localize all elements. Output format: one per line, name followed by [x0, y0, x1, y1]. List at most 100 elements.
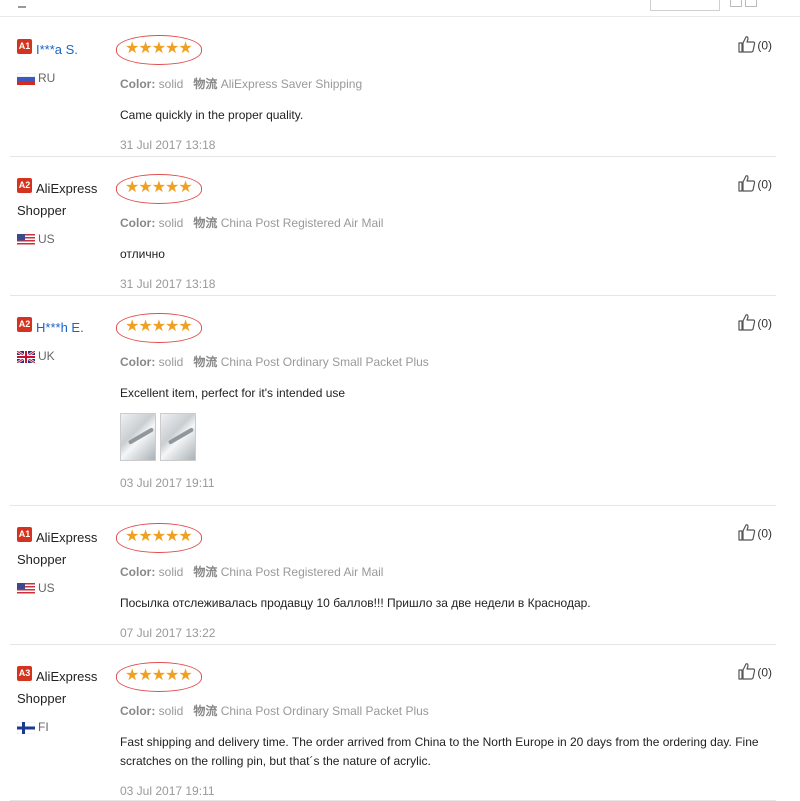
reviewer-info: A1 I***a S. RU [16, 39, 117, 85]
shipping-method: China Post Registered Air Mail [220, 565, 384, 579]
order-info: Color: solid 物流 China Post Ordinary Small… [120, 703, 770, 719]
buyer-level-badge: A2 [17, 317, 32, 332]
helpful-count: (0) [757, 665, 772, 680]
country-flag-icon [16, 721, 36, 735]
grid-view-icon[interactable] [745, 0, 757, 7]
reviewer-name[interactable]: H***h E. [36, 320, 84, 335]
review-item: A1 AliExpress Shopper US ★★★★★ Color: sol… [10, 505, 776, 645]
review-item: A2 AliExpress Shopper US ★★★★★ Color: sol… [10, 156, 776, 296]
review-body: ★★★★★ Color: solid 物流 China Post Ordinary… [116, 662, 770, 799]
thumbs-up-icon[interactable] [737, 313, 757, 334]
helpful-button[interactable]: (0) [737, 174, 772, 195]
color-label: Color: [120, 565, 156, 579]
shipping-method: China Post Registered Air Mail [220, 216, 384, 230]
reviewer-country: FI [16, 720, 117, 735]
star-rating-icon: ★★★★★ [125, 667, 193, 684]
star-rating-icon: ★★★★★ [125, 528, 193, 545]
helpful-count: (0) [757, 177, 772, 192]
logistics-label: 物流 [193, 355, 218, 369]
rating-highlight: ★★★★★ [116, 313, 202, 343]
color-label: Color: [120, 355, 156, 369]
reviewer-name-line2: Shopper [17, 203, 67, 218]
color-value: solid [158, 704, 184, 718]
country-code: US [38, 232, 55, 246]
shipping-method: China Post Ordinary Small Packet Plus [220, 355, 429, 369]
helpful-count: (0) [757, 526, 772, 541]
logistics-label: 物流 [193, 565, 218, 579]
thumbs-up-icon[interactable] [737, 662, 757, 683]
reviewer-name: AliExpress [36, 669, 98, 684]
review-date: 31 Jul 2017 13:18 [120, 138, 216, 152]
rating-highlight: ★★★★★ [116, 523, 202, 553]
order-info: Color: solid 物流 China Post Registered Air… [120, 564, 770, 580]
review-body: ★★★★★ Color: solid 物流 China Post Register… [116, 523, 770, 641]
reviewer-info: A2 AliExpress Shopper US [17, 178, 117, 246]
country-code: FI [38, 720, 49, 734]
reviewer-country: RU [16, 71, 117, 85]
review-text: отлично [120, 247, 165, 261]
thumbs-up-icon[interactable] [737, 35, 757, 56]
color-value: solid [158, 355, 184, 369]
review-toolbar [0, 0, 800, 17]
helpful-count: (0) [757, 316, 772, 331]
reviewer-info: A1 AliExpress Shopper US [17, 527, 117, 595]
country-code: US [38, 581, 55, 595]
star-rating-icon: ★★★★★ [125, 179, 193, 196]
reviewer-name-line2: Shopper [17, 691, 67, 706]
review-body: ★★★★★ Color: solid 物流 China Post Ordinary… [116, 313, 770, 491]
helpful-button[interactable]: (0) [737, 523, 772, 544]
list-view-icon[interactable] [730, 0, 742, 7]
order-info: Color: solid 物流 AliExpress Saver Shipping [120, 76, 770, 92]
sort-dropdown[interactable] [650, 0, 720, 11]
color-value: solid [158, 565, 184, 579]
logistics-label: 物流 [193, 216, 218, 230]
reviewer-country: US [17, 232, 117, 246]
shipping-method: China Post Ordinary Small Packet Plus [220, 704, 429, 718]
rating-highlight: ★★★★★ [116, 174, 202, 204]
reviewer-name: AliExpress [36, 530, 98, 545]
reviewer-name[interactable]: I***a S. [36, 42, 78, 57]
color-label: Color: [120, 216, 156, 230]
helpful-button[interactable]: (0) [737, 313, 772, 334]
star-rating-icon: ★★★★★ [125, 40, 193, 57]
logistics-label: 物流 [193, 77, 218, 91]
buyer-level-badge: A1 [17, 39, 32, 54]
order-info: Color: solid 物流 China Post Ordinary Small… [120, 354, 770, 370]
color-label: Color: [120, 704, 156, 718]
reviewer-country: US [17, 581, 117, 595]
color-value: solid [158, 216, 184, 230]
reviewer-info: A2 H***h E. UK [16, 317, 117, 364]
thumbs-up-icon[interactable] [737, 523, 757, 544]
review-item: A2 H***h E. UK ★★★★★ Color: solid 物流 China… [10, 295, 776, 506]
review-text: Excellent item, perfect for it's intende… [120, 386, 346, 400]
review-photo-thumbnail[interactable] [120, 413, 156, 461]
review-item: A1 I***a S. RU ★★★★★ Color: solid 物流 AliEx… [10, 17, 776, 157]
checkbox-icon[interactable] [18, 0, 26, 8]
review-text: Came quickly in the proper quality. [120, 108, 304, 122]
review-body: ★★★★★ Color: solid 物流 China Post Register… [116, 174, 770, 292]
country-code: RU [38, 71, 56, 85]
review-date: 03 Jul 2017 19:11 [120, 784, 215, 798]
helpful-button[interactable]: (0) [737, 662, 772, 683]
color-label: Color: [120, 77, 156, 91]
country-code: UK [38, 349, 55, 363]
logistics-label: 物流 [193, 704, 218, 718]
helpful-button[interactable]: (0) [737, 35, 772, 56]
review-text: Fast shipping and delivery time. The ord… [120, 735, 759, 768]
review-text: Посылка отслеживалась продавцу 10 баллов… [120, 596, 591, 610]
reviewer-info: A3 AliExpress Shopper FI [16, 666, 117, 735]
shipping-method: AliExpress Saver Shipping [220, 77, 363, 91]
country-flag-icon [16, 349, 36, 364]
review-photo-thumbnail[interactable] [160, 413, 196, 461]
review-body: ★★★★★ Color: solid 物流 AliExpress Saver Sh… [116, 35, 770, 153]
country-flag-icon [17, 582, 35, 595]
thumbs-up-icon[interactable] [737, 174, 757, 195]
order-info: Color: solid 物流 China Post Registered Air… [120, 215, 770, 231]
reviewer-country: UK [16, 349, 117, 364]
rating-highlight: ★★★★★ [116, 662, 202, 692]
buyer-level-badge: A1 [17, 527, 32, 542]
reviewer-name-line2: Shopper [17, 552, 67, 567]
rating-highlight: ★★★★★ [116, 35, 202, 65]
review-item: A3 AliExpress Shopper FI ★★★★★ Color: sol… [10, 644, 776, 801]
country-flag-icon [17, 233, 35, 246]
